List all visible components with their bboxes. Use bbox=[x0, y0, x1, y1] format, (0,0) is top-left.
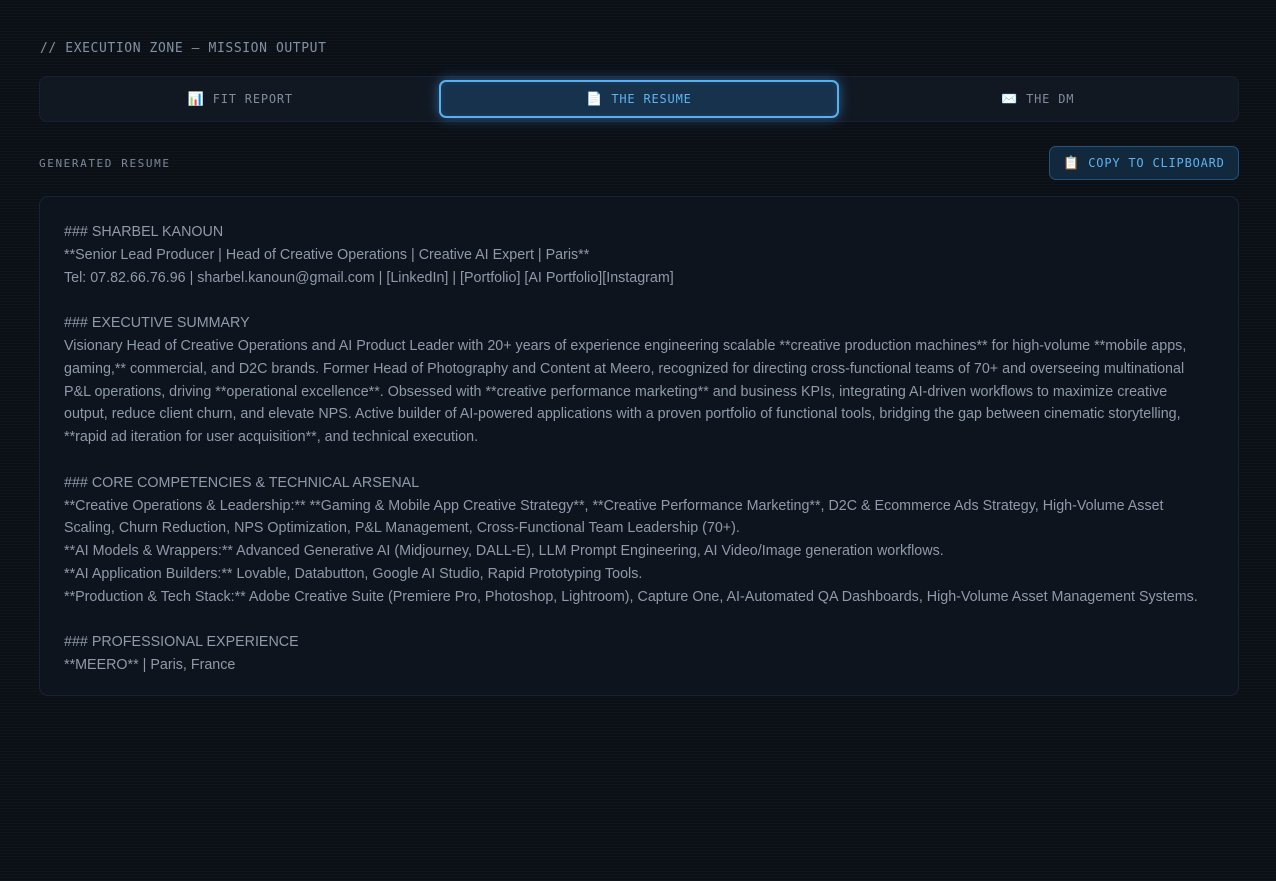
output-tabs: 📊 FIT REPORT 📄 THE RESUME ✉️ THE DM bbox=[39, 76, 1239, 122]
tab-the-dm[interactable]: ✉️ THE DM bbox=[839, 80, 1236, 118]
copy-to-clipboard-button[interactable]: 📋 COPY TO CLIPBOARD bbox=[1049, 146, 1239, 180]
tab-label: THE RESUME bbox=[611, 92, 692, 106]
clipboard-icon: 📋 bbox=[1063, 155, 1081, 171]
section-label: GENERATED RESUME bbox=[39, 157, 171, 170]
resume-text: ### SHARBEL KANOUN **Senior Lead Produce… bbox=[64, 224, 1198, 674]
tab-label: FIT REPORT bbox=[212, 92, 293, 106]
resume-output-panel[interactable]: ### SHARBEL KANOUN **Senior Lead Produce… bbox=[39, 196, 1239, 696]
copy-button-label: COPY TO CLIPBOARD bbox=[1088, 156, 1225, 170]
document-icon: 📄 bbox=[586, 91, 604, 107]
tab-label: THE DM bbox=[1026, 92, 1075, 106]
bar-chart-icon: 📊 bbox=[187, 91, 205, 107]
envelope-icon: ✉️ bbox=[1001, 91, 1019, 107]
tab-the-resume[interactable]: 📄 THE RESUME bbox=[438, 80, 840, 118]
tab-fit-report[interactable]: 📊 FIT REPORT bbox=[42, 80, 439, 118]
page-title: // EXECUTION ZONE — MISSION OUTPUT bbox=[40, 41, 327, 56]
